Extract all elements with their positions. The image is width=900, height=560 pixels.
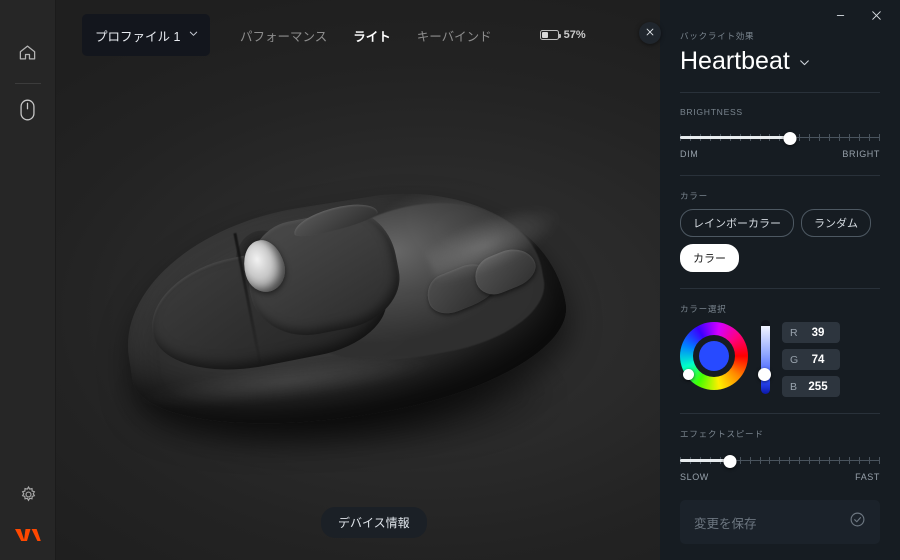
brightness-knob[interactable]: [783, 131, 797, 145]
rgb-key-r: R: [790, 326, 798, 339]
speed-max-label: FAST: [855, 472, 880, 482]
tick-mark: [789, 457, 791, 464]
value-slider-knob[interactable]: [758, 367, 771, 381]
chevron-down-icon: [188, 28, 199, 42]
color-mode-options: レインボーカラー ランダム カラー: [680, 209, 880, 272]
rgb-key-b: B: [790, 380, 798, 393]
tick-mark: [779, 457, 781, 464]
sidebar-item-settings[interactable]: [11, 480, 45, 514]
color-section-label: カラー: [680, 191, 708, 201]
value-slider[interactable]: [758, 320, 771, 394]
brightness-min-label: DIM: [680, 149, 699, 159]
profile-selector[interactable]: プロファイル 1: [82, 14, 210, 56]
speed-range-labels: SLOW FAST: [680, 472, 880, 482]
tick-mark: [829, 134, 831, 141]
profile-label: プロファイル 1: [95, 29, 181, 44]
tick-mark: [809, 134, 811, 141]
save-label: 変更を保存: [694, 516, 757, 531]
tick-mark: [799, 134, 801, 141]
tick-mark: [848, 134, 850, 141]
close-panel-button[interactable]: [639, 22, 661, 44]
lighting-panel: バックライト効果 Heartbeat BRIGHTNESS DIM BRIGHT…: [639, 0, 900, 560]
tick-mark: [799, 457, 801, 464]
close-icon: [645, 24, 655, 42]
color-picker: R 39 G 74 B 255: [680, 320, 880, 397]
home-icon: [18, 43, 37, 67]
rgb-value-g: 74: [811, 353, 825, 366]
tab-keybind[interactable]: キーバインド: [417, 26, 492, 45]
color-wheel[interactable]: [680, 322, 748, 390]
sidebar-item-home[interactable]: [11, 38, 45, 72]
device-info-button[interactable]: デバイス情報: [321, 507, 427, 538]
main-nav: パフォーマンス ライト キーバインド 57%: [240, 26, 586, 45]
divider-3: [680, 288, 880, 289]
tick-mark: [868, 134, 870, 141]
brightness-slider[interactable]: [680, 124, 880, 146]
tick-mark: [819, 134, 821, 141]
fnatic-logo: [13, 524, 43, 546]
tick-mark: [839, 134, 840, 141]
battery-indicator: 57%: [539, 29, 586, 41]
sidebar-item-mouse[interactable]: [11, 95, 45, 129]
speed-knob[interactable]: [723, 454, 737, 468]
color-mode-random[interactable]: ランダム: [801, 209, 871, 237]
tick-mark: [858, 134, 860, 141]
tick-mark: [878, 457, 880, 464]
brightness-max-label: BRIGHT: [842, 149, 880, 159]
tick-mark: [819, 457, 821, 464]
color-mode-color[interactable]: カラー: [680, 244, 739, 272]
rgb-value-r: 39: [811, 326, 825, 339]
rgb-field-r[interactable]: R 39: [782, 322, 840, 343]
effect-speed-label: エフェクトスピード: [680, 429, 764, 439]
effect-speed-slider[interactable]: [680, 447, 880, 469]
speed-min-label: SLOW: [680, 472, 709, 482]
rgb-inputs: R 39 G 74 B 255: [782, 322, 840, 397]
tick-mark: [878, 134, 880, 141]
divider-2: [680, 175, 880, 176]
gear-icon: [19, 485, 38, 509]
tick-mark: [749, 457, 751, 464]
battery-percent: 57%: [563, 29, 586, 41]
battery-icon: [539, 30, 562, 40]
rgb-field-g[interactable]: G 74: [782, 349, 840, 370]
top-bar: プロファイル 1 パフォーマンス ライト キーバインド 57%: [56, 0, 900, 70]
color-wheel-handle[interactable]: [683, 369, 694, 380]
tick-mark: [858, 457, 860, 464]
gaming-mouse-photo: [96, 168, 596, 468]
rail-divider: [14, 83, 41, 84]
rgb-value-b: 255: [808, 380, 828, 393]
tab-light[interactable]: ライト: [353, 26, 391, 45]
tick-mark: [769, 457, 771, 464]
rgb-key-g: G: [790, 353, 799, 366]
divider-4: [680, 413, 880, 414]
color-swatch: [699, 341, 729, 371]
app-window: プロファイル 1 パフォーマンス ライト キーバインド 57% デバイス情報 バ…: [0, 0, 900, 560]
tick-mark: [739, 457, 741, 464]
brightness-range-labels: DIM BRIGHT: [680, 149, 880, 159]
tick-mark: [829, 457, 831, 464]
rail-bottom-group: [0, 480, 56, 546]
brightness-label: BRIGHTNESS: [680, 107, 743, 117]
color-mode-rainbow[interactable]: レインボーカラー: [680, 209, 794, 237]
color-picker-label: カラー選択: [680, 304, 727, 314]
tick-mark: [848, 457, 850, 464]
tab-performance[interactable]: パフォーマンス: [240, 26, 327, 45]
save-changes-button[interactable]: 変更を保存: [680, 500, 880, 544]
rgb-field-b[interactable]: B 255: [782, 376, 840, 397]
tick-mark: [839, 457, 840, 464]
tick-mark: [759, 457, 761, 464]
divider-1: [680, 92, 880, 93]
tick-mark: [868, 457, 870, 464]
tick-mark: [809, 457, 811, 464]
mouse-icon: [19, 99, 36, 126]
left-rail: [0, 0, 56, 560]
check-circle-icon: [849, 511, 866, 533]
